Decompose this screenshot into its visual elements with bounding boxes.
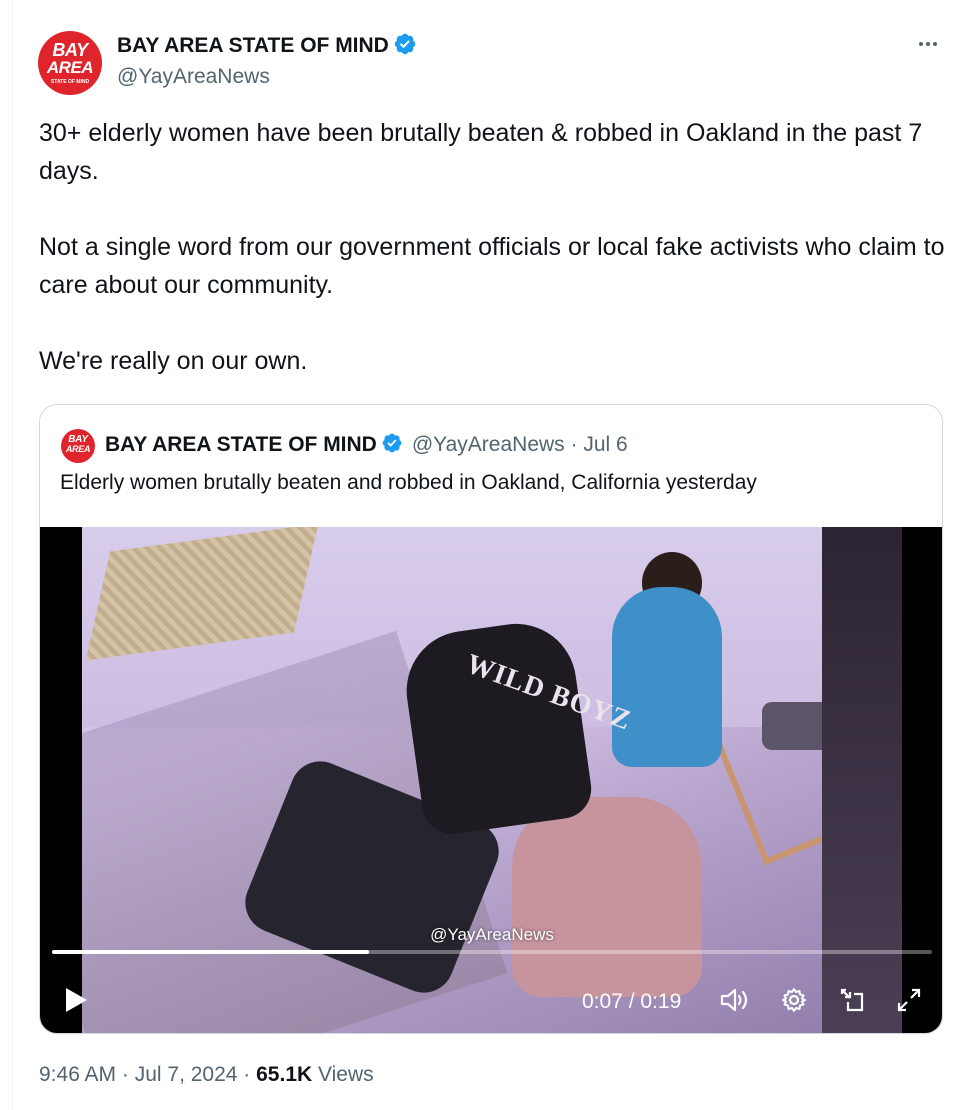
fullscreen-button[interactable] [891,982,927,1022]
video-progress-bar[interactable] [52,950,932,954]
views-count: 65.1K [256,1063,313,1086]
video-scene-attacker [398,616,596,838]
quoted-author-name: BAY AREA STATE OF MIND [105,433,377,456]
avatar-line-2: AREA [46,58,94,77]
tweet-timestamp[interactable]: 9:46 AM · Jul 7, 2024 · [39,1063,256,1086]
quoted-avatar-line-2: AREA [65,444,91,454]
volume-button[interactable] [717,982,753,1022]
volume-icon [719,986,751,1019]
settings-button[interactable] [776,982,812,1022]
verified-badge-icon [393,32,417,62]
video-progress-fill [52,950,369,954]
video-scene-person-blue [612,587,722,767]
quoted-handle-date: @YayAreaNews · Jul 6 [411,433,628,456]
tweet-meta: 9:46 AM · Jul 7, 2024 · 65.1K Views [39,1063,374,1087]
picture-in-picture-button[interactable] [834,982,870,1022]
quoted-tweet-header: BAY AREA STATE OF MIND @YayAreaNews · Ju… [105,431,628,459]
settings-gear-icon [780,986,808,1019]
play-button[interactable] [58,982,94,1022]
video-controls: 0:07 / 0:19 [40,982,942,1022]
left-divider [12,0,13,1110]
more-dots-icon [916,32,940,61]
tweet-paragraph: 30+ elderly women have been brutally bea… [39,119,923,185]
video-frame: WILD BOYZ [82,527,902,1033]
video-player[interactable]: WILD BOYZ @YayAreaNews 0:07 / 0:19 [40,527,942,1033]
verified-badge-icon [381,432,403,459]
author-name[interactable]: BAY AREA STATE OF MIND [117,32,417,62]
play-icon [63,986,89,1019]
quoted-tweet-text: Elderly women brutally beaten and robbed… [60,471,757,494]
video-scene-victim [512,797,702,997]
author-name-text: BAY AREA STATE OF MIND [117,34,389,57]
more-options-button[interactable] [912,30,944,62]
fullscreen-icon [895,986,923,1019]
video-scene-storefront [822,527,902,1033]
quoted-author-avatar[interactable]: BAY AREA [61,429,95,463]
quoted-tweet-card[interactable]: BAY AREA BAY AREA STATE OF MIND @YayArea… [39,404,943,1034]
avatar-line-3: STATE OF MIND [50,79,90,85]
video-watermark: @YayAreaNews [430,925,554,944]
tweet-paragraph: Not a single word from our government of… [39,233,945,299]
author-avatar[interactable]: BAY AREA STATE OF MIND [38,31,102,95]
views-label: Views [312,1063,374,1086]
tweet-text: 30+ elderly women have been brutally bea… [39,114,954,380]
tweet-paragraph: We're really on our own. [39,347,308,375]
video-timecode: 0:07 / 0:19 [582,990,682,1013]
picture-in-picture-icon [838,986,866,1019]
author-handle[interactable]: @YayAreaNews [117,65,270,89]
